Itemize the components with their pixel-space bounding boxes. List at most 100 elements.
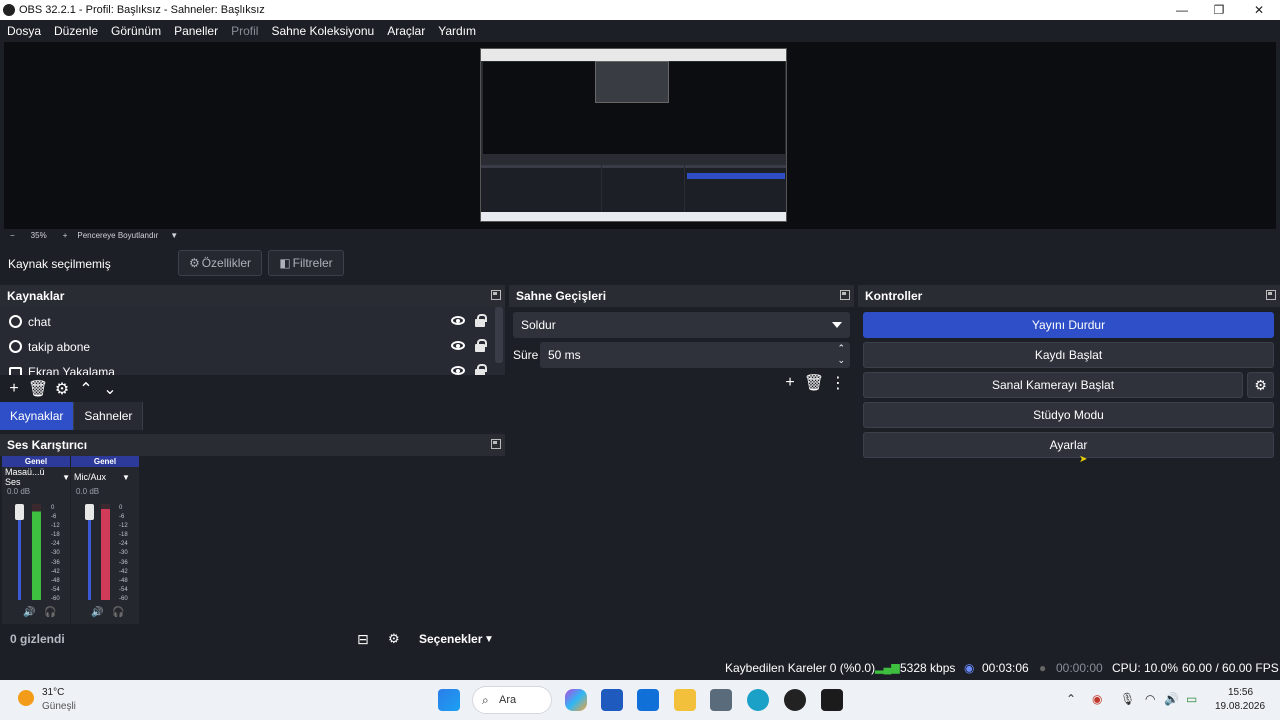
channel-name-dropdown[interactable]: Masaü...ü Ses ▼ <box>2 467 70 487</box>
sources-scrollbar[interactable] <box>495 307 503 363</box>
duration-spinbox[interactable]: 50 ms ⌃ ⌄ <box>540 342 850 368</box>
start-recording-button[interactable]: Kaydı Başlat <box>863 342 1274 368</box>
channel-name: Mic/Aux <box>74 472 107 482</box>
source-item-ekran-yakalama[interactable]: Ekran Yakalama <box>0 359 495 375</box>
source-item-takip-abone[interactable]: takip abone <box>0 334 495 359</box>
headphones-icon[interactable]: 🎧 <box>112 607 124 618</box>
menu-dosya[interactable]: Dosya <box>7 24 41 38</box>
trash-icon[interactable]: 🗑 <box>802 372 826 394</box>
speaker-icon[interactable]: 🔊 <box>23 607 35 618</box>
gear-icon: ⚙ <box>188 256 200 270</box>
cpu-usage-label: CPU: 10.0% <box>1112 661 1179 675</box>
zoom-out-button[interactable]: − <box>10 231 15 240</box>
security-icon[interactable]: ◉ <box>1092 692 1102 706</box>
wifi-icon[interactable]: ◠ <box>1145 692 1155 706</box>
settings-button[interactable]: Ayarlar <box>863 432 1274 458</box>
sources-list: chat takip abone Ekran Yakalama <box>0 307 505 375</box>
transition-select[interactable]: Soldur <box>513 312 850 338</box>
menu-yardim[interactable]: Yardım <box>438 24 476 38</box>
sun-weather-icon[interactable] <box>18 690 34 706</box>
zoom-in-button[interactable]: + <box>63 231 68 240</box>
volume-fader-track[interactable] <box>88 506 91 600</box>
menu-araclar[interactable]: Araçlar <box>387 24 425 38</box>
properties-button[interactable]: ⚙ Özellikler <box>178 250 262 276</box>
spin-arrows-icon[interactable]: ⌃ ⌄ <box>837 342 845 366</box>
duration-label: Süre <box>513 348 539 362</box>
float-dock-icon[interactable] <box>1266 290 1276 300</box>
gear-icon[interactable]: ⚙ <box>50 378 74 400</box>
battery-icon[interactable]: ▭ <box>1186 692 1197 706</box>
mixer-channel-mic: Genel Mic/Aux ▼ 0.0 dB 0 -6 -12 -18 -24 -30 -3… <box>71 456 139 624</box>
advanced-audio-icon[interactable]: ⚙ <box>388 631 400 647</box>
chevron-up-icon[interactable]: ⌃ <box>1066 692 1076 706</box>
fit-to-window-label[interactable]: Pencereye Boyutlandır <box>77 231 158 240</box>
lock-icon[interactable] <box>475 364 487 375</box>
taskbar-search[interactable]: ⌕ Ara <box>472 686 552 714</box>
microphone-icon[interactable]: 🎙 <box>1120 692 1135 706</box>
menu-profil[interactable]: Profil <box>231 24 258 38</box>
clock-date[interactable]: 19.08.2026 <box>1215 701 1265 712</box>
chevron-down-icon[interactable]: ▼ <box>170 231 178 240</box>
volume-fader-knob[interactable] <box>15 504 24 520</box>
float-dock-icon[interactable] <box>491 290 501 300</box>
add-source-icon[interactable]: + <box>2 378 26 400</box>
menu-gorunum[interactable]: Görünüm <box>111 24 161 38</box>
filters-button[interactable]: ◧ Filtreler <box>268 250 344 276</box>
close-button[interactable]: ✕ <box>1239 0 1279 20</box>
add-transition-icon[interactable]: + <box>778 372 802 394</box>
menu-paneller[interactable]: Paneller <box>174 24 218 38</box>
windows-start-icon[interactable] <box>438 689 460 711</box>
mixer-footer: 0 gizlendi ⊟ ⚙ Seçenekler ▼ <box>0 626 505 652</box>
headphones-icon[interactable]: 🎧 <box>44 607 56 618</box>
edge-icon[interactable] <box>747 689 769 711</box>
maximize-button[interactable]: ❐ <box>1199 0 1239 20</box>
lock-icon[interactable] <box>475 339 487 352</box>
layout-toggle-icon[interactable]: ⊟ <box>357 631 369 648</box>
volume-fader-knob[interactable] <box>85 504 94 520</box>
outlook-icon[interactable] <box>637 689 659 711</box>
record-indicator-icon: ● <box>1039 661 1047 675</box>
studio-mode-button[interactable]: Stüdyo Modu <box>863 402 1274 428</box>
chevron-down-icon[interactable]: ▼ <box>484 634 494 645</box>
menu-sahne-koleksiyonu[interactable]: Sahne Koleksiyonu <box>271 24 374 38</box>
obs-icon[interactable] <box>784 689 806 711</box>
float-dock-icon[interactable] <box>840 290 850 300</box>
menu-duzenle[interactable]: Düzenle <box>54 24 98 38</box>
app-icon[interactable] <box>710 689 732 711</box>
copilot-icon[interactable] <box>565 689 587 711</box>
weather-temp: 31°C <box>42 687 65 698</box>
mixer-dock-header: Ses Karıştırıcı <box>0 434 505 456</box>
stop-streaming-button[interactable]: Yayını Durdur <box>863 312 1274 338</box>
tab-kaynaklar[interactable]: Kaynaklar <box>0 402 75 430</box>
record-time-label: 00:00:00 <box>1056 661 1103 675</box>
volume-icon[interactable]: 🔊 <box>1164 692 1179 706</box>
clock-time[interactable]: 15:56 <box>1228 687 1253 698</box>
minimize-button[interactable]: — <box>1162 0 1202 20</box>
volume-fader-track[interactable] <box>18 506 21 600</box>
trash-icon[interactable]: 🗑 <box>26 378 50 400</box>
eye-icon[interactable] <box>451 341 465 350</box>
more-options-icon[interactable]: ⋮ <box>826 372 850 394</box>
options-button[interactable]: Seçenekler <box>419 632 482 646</box>
eye-icon[interactable] <box>451 316 465 325</box>
transitions-title: Sahne Geçişleri <box>516 289 607 303</box>
tab-sahneler[interactable]: Sahneler <box>74 402 144 430</box>
sources-title: Kaynaklar <box>7 289 65 303</box>
duration-value: 50 ms <box>548 348 581 362</box>
chevron-up-icon[interactable]: ⌃ <box>74 378 98 400</box>
folder-icon[interactable] <box>674 689 696 711</box>
source-item-chat[interactable]: chat <box>0 309 495 334</box>
float-dock-icon[interactable] <box>491 439 501 449</box>
source-toolbar: Kaynak seçilmemiş ⚙ Özellikler ◧ Filtrel… <box>0 247 1280 281</box>
chevron-down-icon[interactable]: ⌄ <box>98 378 122 400</box>
gear-icon[interactable]: ⚙ <box>1247 372 1274 398</box>
start-virtual-camera-button[interactable]: Sanal Kamerayı Başlat <box>863 372 1243 398</box>
eye-icon[interactable] <box>451 366 465 375</box>
channel-name-dropdown[interactable]: Mic/Aux ▼ <box>71 469 139 485</box>
app-z-icon[interactable] <box>821 689 843 711</box>
lock-icon[interactable] <box>475 314 487 327</box>
store-icon[interactable] <box>601 689 623 711</box>
broadcast-icon: ◉ <box>964 661 975 675</box>
speaker-icon[interactable]: 🔊 <box>91 607 103 618</box>
obs-logo-icon <box>3 4 15 16</box>
